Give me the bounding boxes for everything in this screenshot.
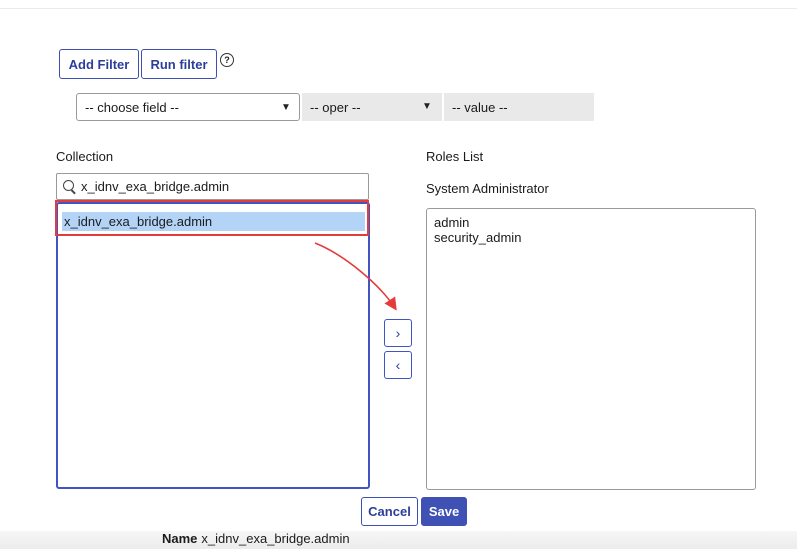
cancel-button[interactable]: Cancel xyxy=(361,497,418,526)
annotation-arrow xyxy=(314,242,397,311)
name-label: Name xyxy=(162,531,198,546)
footer-bar xyxy=(0,531,797,549)
name-field: Name x_idnv_exa_bridge.admin xyxy=(162,531,350,546)
save-button[interactable]: Save xyxy=(421,497,467,526)
name-value: x_idnv_exa_bridge.admin xyxy=(201,531,350,546)
